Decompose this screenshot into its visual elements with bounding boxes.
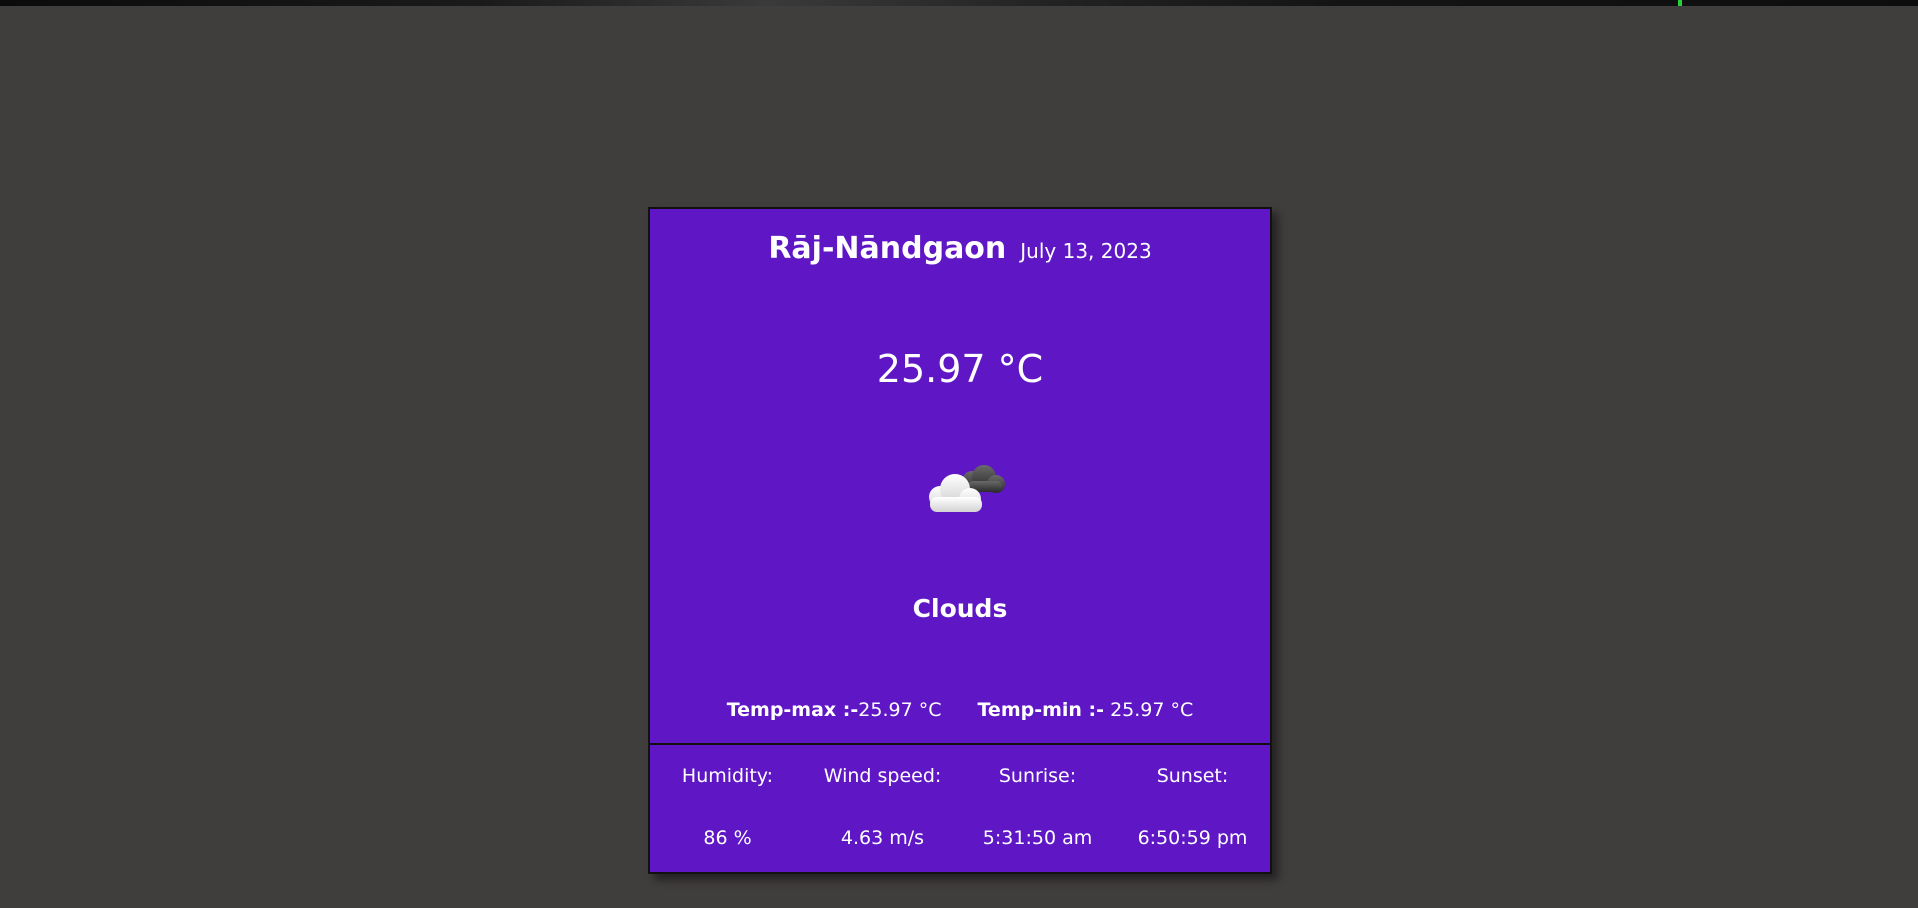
temp-min-value: 25.97 °C bbox=[1104, 699, 1194, 721]
current-date: July 13, 2023 bbox=[1020, 239, 1152, 263]
humidity-value: 86 % bbox=[703, 827, 752, 849]
temp-min-label: Temp-min :- bbox=[977, 699, 1105, 721]
stat-humidity: Humidity: 86 % bbox=[650, 745, 805, 849]
weather-condition: Clouds bbox=[912, 594, 1008, 623]
city-name: Rāj-Nāndgaon bbox=[768, 231, 1007, 266]
top-strip bbox=[0, 0, 1918, 6]
weather-card: Rāj-Nāndgaon July 13, 2023 25.97 °C Clou… bbox=[648, 207, 1272, 874]
temp-max-label: Temp-max :- bbox=[726, 699, 859, 721]
top-strip-glow bbox=[1678, 0, 1682, 6]
sunset-label: Sunset: bbox=[1156, 765, 1229, 787]
weather-stats: Humidity: 86 % Wind speed: 4.63 m/s Sunr… bbox=[650, 745, 1270, 849]
sunrise-value: 5:31:50 am bbox=[982, 827, 1093, 849]
card-header: Rāj-Nāndgaon July 13, 2023 bbox=[650, 231, 1270, 266]
temp-range: Temp-max :-25.97 °C Temp-min :- 25.97 °C bbox=[650, 699, 1270, 721]
wind-speed-value: 4.63 m/s bbox=[840, 827, 925, 849]
cloud-icon bbox=[929, 465, 1005, 512]
temp-min: Temp-min :- 25.97 °C bbox=[978, 699, 1194, 721]
humidity-label: Humidity: bbox=[681, 765, 774, 787]
stat-sunset: Sunset: 6:50:59 pm bbox=[1115, 745, 1270, 849]
temp-max-value: 25.97 °C bbox=[858, 699, 942, 721]
wind-speed-label: Wind speed: bbox=[823, 765, 942, 787]
stat-sunrise: Sunrise: 5:31:50 am bbox=[960, 745, 1115, 849]
sunset-value: 6:50:59 pm bbox=[1137, 827, 1248, 849]
sunrise-label: Sunrise: bbox=[998, 765, 1077, 787]
stat-wind-speed: Wind speed: 4.63 m/s bbox=[805, 745, 960, 849]
current-temperature: 25.97 °C bbox=[876, 347, 1044, 391]
temp-max: Temp-max :-25.97 °C bbox=[727, 699, 942, 721]
